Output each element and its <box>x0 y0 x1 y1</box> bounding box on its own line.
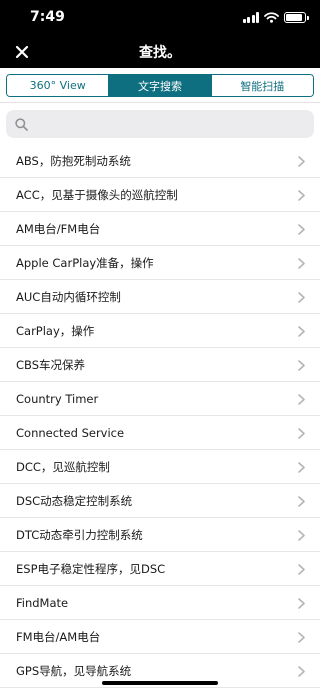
list-item[interactable]: DSC动态稳定控制系统 <box>0 484 320 518</box>
search-icon <box>15 117 28 131</box>
list-item[interactable]: CarPlay，操作 <box>0 314 320 348</box>
list-item[interactable]: Country Timer <box>0 382 320 416</box>
divider <box>0 102 320 103</box>
list-item-label: CarPlay，操作 <box>16 323 95 338</box>
list-item-label: GPS导航，见导航系统 <box>16 663 132 678</box>
status-time: 7:49 <box>30 9 65 25</box>
list-item[interactable]: Connected Service <box>0 416 320 450</box>
list-item-label: ESP电子稳定性程序，见DSC <box>16 561 166 576</box>
list-item-label: CBS车况保养 <box>16 357 86 372</box>
tab-smart-scan[interactable]: 智能扫描 <box>210 75 313 96</box>
chevron-right-icon <box>298 496 305 507</box>
list-item[interactable]: FM电台/AM电台 <box>0 620 320 654</box>
page-title: 查找。 <box>139 45 181 61</box>
chevron-right-icon <box>298 292 305 303</box>
list-item-label: AM电台/FM电台 <box>16 221 101 236</box>
chevron-right-icon <box>298 632 305 643</box>
chevron-right-icon <box>298 360 305 371</box>
chevron-right-icon <box>298 258 305 269</box>
tab-text-search[interactable]: 文字搜索 <box>108 75 211 96</box>
list-item-label: ABS，防抱死制动系统 <box>16 153 131 168</box>
chevron-right-icon <box>298 598 305 609</box>
header: 7:49 查找。 <box>0 0 320 68</box>
list-item-label: DCC，见巡航控制 <box>16 459 110 474</box>
list-item[interactable]: FindMate <box>0 586 320 620</box>
home-indicator[interactable] <box>102 681 218 685</box>
list-item-label: Country Timer <box>16 391 99 406</box>
chevron-right-icon <box>298 190 305 201</box>
list-item-label: ACC，见基于摄像头的巡航控制 <box>16 187 178 202</box>
chevron-right-icon <box>298 666 305 677</box>
list-item[interactable]: CBS车况保养 <box>0 348 320 382</box>
list-item[interactable]: ACC，见基于摄像头的巡航控制 <box>0 178 320 212</box>
status-icons <box>242 10 309 24</box>
list-item-label: AUC自动内循环控制 <box>16 289 121 304</box>
list-item-label: FindMate <box>16 595 69 610</box>
list-item[interactable]: ABS，防抱死制动系统 <box>0 144 320 178</box>
battery-icon <box>284 11 309 23</box>
chevron-right-icon <box>298 428 305 439</box>
list-item[interactable]: Apple CarPlay准备，操作 <box>0 246 320 280</box>
results-list: ABS，防抱死制动系统 ACC，见基于摄像头的巡航控制 AM电台/FM电台 Apple… <box>0 144 320 688</box>
wifi-icon <box>264 11 279 23</box>
chevron-right-icon <box>298 394 305 405</box>
list-item-label: Connected Service <box>16 425 125 440</box>
signal-icon <box>242 11 259 23</box>
search-input[interactable] <box>33 117 314 131</box>
list-item[interactable]: DTC动态牵引力控制系统 <box>0 518 320 552</box>
list-item[interactable]: AUC自动内循环控制 <box>0 280 320 314</box>
chevron-right-icon <box>298 326 305 337</box>
status-bar: 7:49 <box>0 0 320 34</box>
tab-360-view[interactable]: 360° View <box>7 75 109 96</box>
chevron-right-icon <box>298 224 305 235</box>
segmented-control: 360° View 文字搜索 智能扫描 <box>6 74 314 97</box>
list-item-label: DTC动态牵引力控制系统 <box>16 527 143 542</box>
list-item[interactable]: AM电台/FM电台 <box>0 212 320 246</box>
list-item-label: FM电台/AM电台 <box>16 629 101 644</box>
list-item-label: Apple CarPlay准备，操作 <box>16 255 154 270</box>
chevron-right-icon <box>298 156 305 167</box>
chevron-right-icon <box>298 530 305 541</box>
list-item[interactable]: DCC，见巡航控制 <box>0 450 320 484</box>
search-bar[interactable] <box>6 110 314 138</box>
chevron-right-icon <box>298 462 305 473</box>
list-item-label: DSC动态稳定控制系统 <box>16 493 133 508</box>
list-item[interactable]: ESP电子稳定性程序，见DSC <box>0 552 320 586</box>
chevron-right-icon <box>298 564 305 575</box>
